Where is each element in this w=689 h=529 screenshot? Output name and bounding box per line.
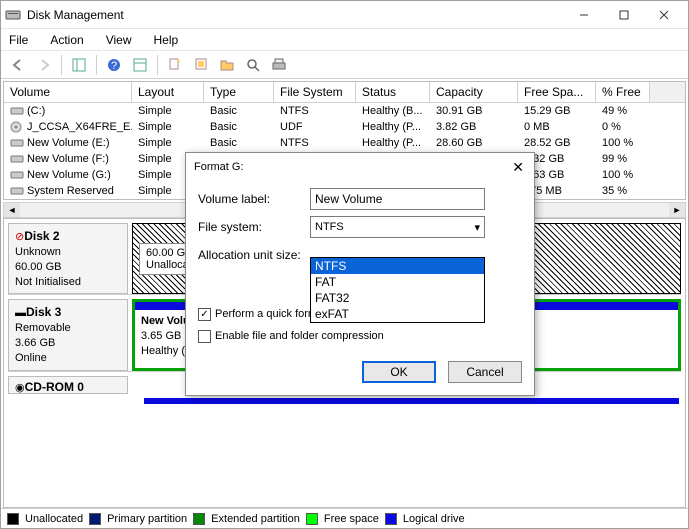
legend: Unallocated Primary partition Extended p…: [1, 508, 688, 528]
fs-option-fat[interactable]: FAT: [311, 274, 484, 290]
legend-unallocated-label: Unallocated: [25, 513, 83, 525]
cdrom-label: ◉CD-ROM 0: [8, 376, 128, 394]
titlebar: Disk Management: [1, 1, 688, 29]
cancel-button[interactable]: Cancel: [448, 361, 522, 383]
tool-icon[interactable]: [268, 54, 290, 76]
menu-help[interactable]: Help: [150, 31, 183, 49]
disk2-label: ⊘Disk 2 Unknown 60.00 GB Not Initialised: [8, 223, 128, 294]
col-free-space[interactable]: Free Spa...: [518, 82, 596, 102]
col-volume[interactable]: Volume: [4, 82, 132, 102]
volume-icon: [10, 185, 24, 197]
disk3-label: ▬Disk 3 Removable 3.66 GB Online: [8, 299, 128, 370]
volume-row[interactable]: (C:)SimpleBasicNTFSHealthy (B...30.91 GB…: [4, 103, 685, 119]
close-button[interactable]: [644, 3, 684, 27]
attach-vhd-button[interactable]: [190, 54, 212, 76]
volume-row[interactable]: J_CCSA_X64FRE_E...SimpleBasicUDFHealthy …: [4, 119, 685, 135]
legend-extended-swatch: [193, 513, 205, 525]
help-button[interactable]: ?: [103, 54, 125, 76]
fs-option-ntfs[interactable]: NTFS: [311, 258, 484, 274]
legend-unallocated-swatch: [7, 513, 19, 525]
volume-label-label: Volume label:: [198, 192, 310, 206]
file-system-combo[interactable]: NTFS ▾: [310, 216, 485, 238]
window-title: Disk Management: [27, 8, 564, 22]
maximize-button[interactable]: [604, 3, 644, 27]
legend-logical-label: Logical drive: [403, 513, 465, 525]
volume-icon: [10, 169, 24, 181]
dialog-close-button[interactable]: ✕: [510, 157, 526, 178]
chevron-down-icon: ▾: [474, 221, 480, 234]
cdrom-icon: ◉: [15, 382, 25, 394]
disk-drive-icon: ▬: [15, 307, 26, 319]
disk-offline-icon: ⊘: [15, 231, 24, 243]
legend-free-label: Free space: [324, 513, 379, 525]
volume-label-input[interactable]: [310, 188, 485, 210]
volume-table-header: Volume Layout Type File System Status Ca…: [4, 82, 685, 103]
volume-icon: [10, 153, 24, 165]
allocation-size-label: Allocation unit size:: [198, 248, 310, 262]
file-system-dropdown[interactable]: NTFS FAT FAT32 exFAT: [310, 257, 485, 323]
ok-button[interactable]: OK: [362, 361, 436, 383]
svg-text:?: ?: [111, 60, 117, 72]
volume-icon: [10, 137, 24, 149]
menubar: File Action View Help: [1, 29, 688, 51]
create-vhd-button[interactable]: [164, 54, 186, 76]
fs-option-fat32[interactable]: FAT32: [311, 290, 484, 306]
toolbar: ?: [1, 51, 688, 79]
compression-label: Enable file and folder compression: [215, 330, 384, 342]
volume-icon: [10, 105, 24, 117]
legend-primary-swatch: [89, 513, 101, 525]
hide-console-tree-button[interactable]: [68, 54, 90, 76]
legend-logical-swatch: [385, 513, 397, 525]
menu-view[interactable]: View: [102, 31, 136, 49]
file-system-value: NTFS: [315, 221, 344, 233]
dialog-title: Format G:: [194, 161, 244, 173]
col-status[interactable]: Status: [356, 82, 430, 102]
volume-icon: [10, 121, 24, 133]
forward-button[interactable]: [33, 54, 55, 76]
menu-file[interactable]: File: [5, 31, 32, 49]
file-system-label: File system:: [198, 220, 310, 234]
scroll-right-icon[interactable]: ►: [669, 203, 685, 217]
legend-primary-label: Primary partition: [107, 513, 187, 525]
quick-format-checkbox[interactable]: ✓: [198, 308, 211, 321]
col-type[interactable]: Type: [204, 82, 274, 102]
format-dialog: Format G: ✕ Volume label: File system: N…: [185, 152, 535, 396]
menu-action[interactable]: Action: [46, 31, 87, 49]
col-layout[interactable]: Layout: [132, 82, 204, 102]
compression-checkbox[interactable]: [198, 330, 211, 343]
back-button[interactable]: [7, 54, 29, 76]
partition-strip: [144, 398, 679, 404]
fs-option-exfat[interactable]: exFAT: [311, 306, 484, 322]
scroll-left-icon[interactable]: ◄: [4, 203, 20, 217]
legend-free-swatch: [306, 513, 318, 525]
col-filesystem[interactable]: File System: [274, 82, 356, 102]
refresh-button[interactable]: [242, 54, 264, 76]
minimize-button[interactable]: [564, 3, 604, 27]
col-percent-free[interactable]: % Free: [596, 82, 650, 102]
console-tree-button[interactable]: [129, 54, 151, 76]
col-capacity[interactable]: Capacity: [430, 82, 518, 102]
legend-extended-label: Extended partition: [211, 513, 300, 525]
volume-row[interactable]: New Volume (E:)SimpleBasicNTFSHealthy (P…: [4, 135, 685, 151]
app-icon: [5, 7, 21, 23]
open-button[interactable]: [216, 54, 238, 76]
